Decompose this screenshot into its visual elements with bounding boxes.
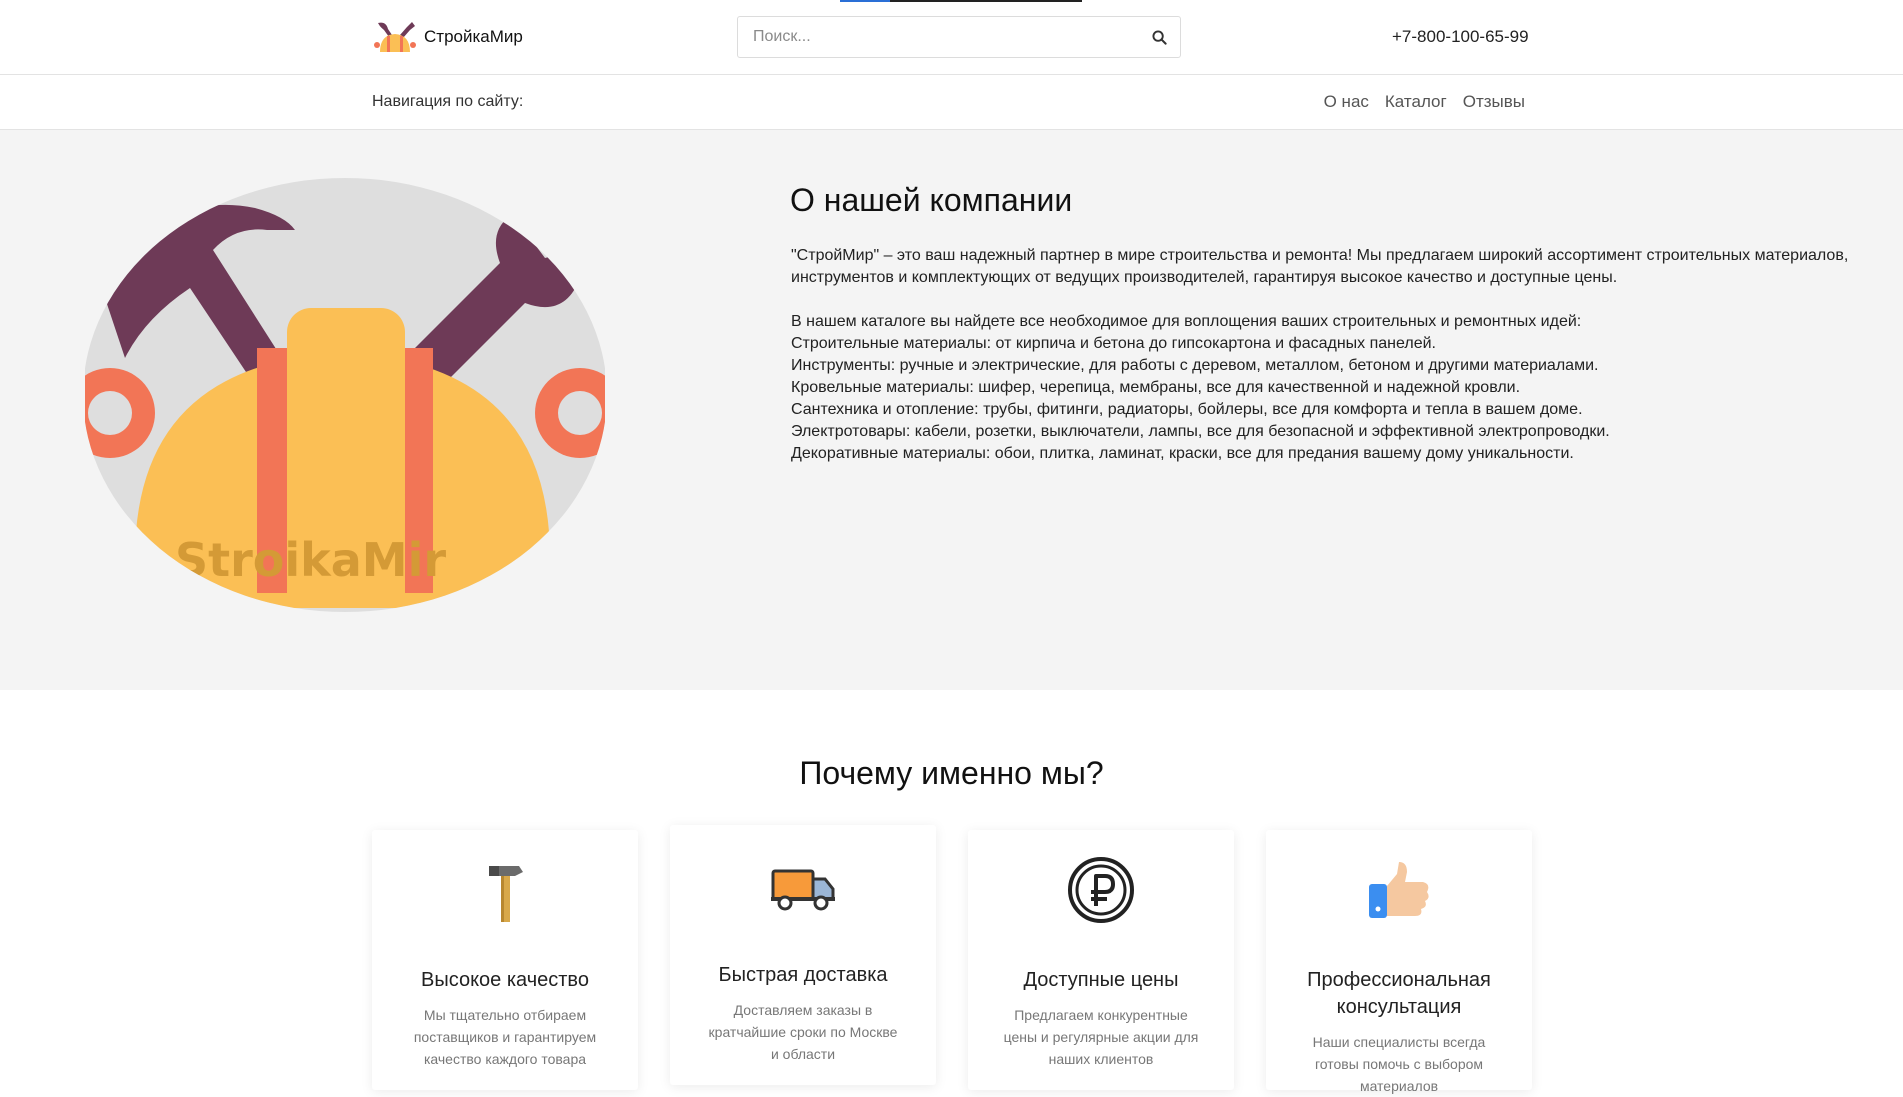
advantage-text: Предлагаем конкурентные цены и регулярны… [1003,1007,1199,1067]
ruble-icon [1068,857,1134,923]
nav-link-about[interactable]: О нас [1324,92,1369,112]
about-section: StroikaMir О нашей компании "СтройМир" –… [0,130,1903,690]
search-button[interactable] [1138,17,1180,57]
nav-link-reviews[interactable]: Отзывы [1463,92,1525,112]
catalog-item: Электротовары: кабели, розетки, выключат… [791,423,1610,440]
catalog-item: Инструменты: ручные и электрические, для… [791,357,1599,374]
thumbs-up-icon [1369,862,1429,918]
nav-label: Навигация по сайту: [372,93,524,110]
advantage-title: Быстрая доставка [718,964,888,986]
truck-icon [771,869,835,911]
search-icon [1151,29,1167,45]
header: СтройкаМир +7-800-100-65-99 [0,0,1903,75]
company-illustration: StroikaMir [85,178,605,612]
advantage-text: Мы тщательно отбираем поставщиков и гара… [413,1007,597,1067]
illustration-watermark: StroikaMir [175,533,446,587]
nav-links: О нас Каталог Отзывы [1324,92,1525,112]
search-input[interactable] [738,17,1138,57]
advantage-card-prices: Доступные цены Предлагаем конкурентные ц… [968,830,1234,1090]
catalog-item: Строительные материалы: от кирпича и бет… [791,335,1436,352]
page-load-progress [840,0,1082,2]
about-text: "СтройМир" – это ваш надежный партнер в … [791,245,1871,465]
advantage-text: Доставляем заказы в кратчайшие сроки по … [708,1002,898,1062]
hammer-icon [489,866,523,922]
search-box [737,16,1181,58]
advantage-card-quality: Высокое качество Мы тщательно отбираем п… [372,830,638,1090]
advantage-card-delivery: Быстрая доставка Доставляем заказы в кра… [670,825,936,1085]
logo-helmet-icon [374,22,416,52]
advantage-title: Высокое качество [421,969,589,991]
site-nav: Навигация по сайту: О нас Каталог Отзывы [0,75,1903,130]
advantages-list: Высокое качество Мы тщательно отбираем п… [372,825,1532,1094]
logo-text: СтройкаМир [424,27,523,46]
advantage-card-consultation: Профессиональная консультация Наши специ… [1266,830,1532,1094]
why-title: Почему именно мы? [799,755,1104,791]
advantage-title: Профессиональная консультация [1307,969,1491,1018]
phone-number[interactable]: +7-800-100-65-99 [1392,27,1529,47]
catalog-item: Кровельные материалы: шифер, черепица, м… [791,379,1521,396]
catalog-item: Сантехника и отопление: трубы, фитинги, … [791,401,1583,418]
about-title: О нашей компании [790,182,1073,218]
site-logo[interactable]: СтройкаМир [372,19,523,55]
advantage-text: Наши специалисты всегда готовы помочь с … [1312,1034,1486,1094]
catalog-item: Декоративные материалы: обои, плитка, ла… [791,445,1574,462]
advantage-title: Доступные цены [1023,969,1179,991]
nav-link-catalog[interactable]: Каталог [1385,92,1447,112]
catalog-intro: В нашем каталоге вы найдете все необходи… [791,313,1582,330]
about-intro: "СтройМир" – это ваш надежный партнер в … [791,247,1849,286]
